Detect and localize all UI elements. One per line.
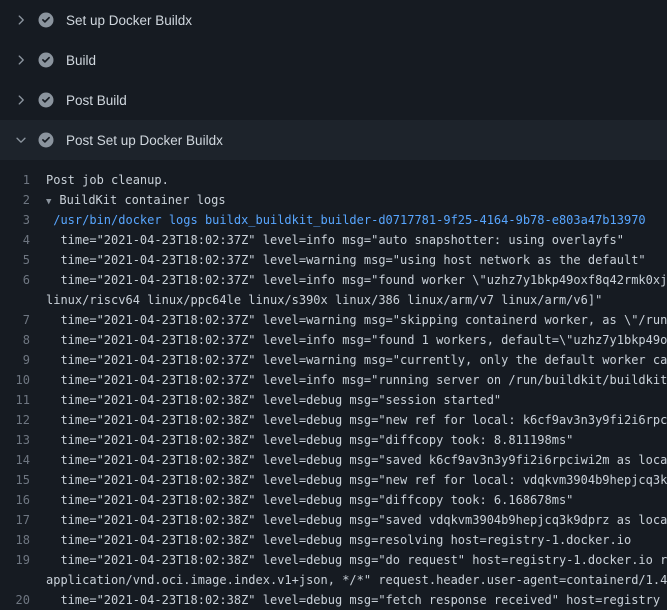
line-number[interactable]: 17 (0, 510, 46, 530)
section-label: Build (66, 53, 96, 68)
log-text: time="2021-04-23T18:02:37Z" level=warnin… (46, 310, 667, 330)
line-number[interactable]: 6 (0, 270, 46, 290)
log-row: 19 time="2021-04-23T18:02:38Z" level=deb… (0, 550, 667, 570)
log-row: 4 time="2021-04-23T18:02:37Z" level=info… (0, 230, 667, 250)
line-number[interactable]: 10 (0, 370, 46, 390)
log-row: 2▼ BuildKit container logs (0, 190, 667, 210)
log-group-title[interactable]: BuildKit container logs (59, 190, 225, 210)
chevron-down-icon (14, 133, 28, 147)
log-row: 20 time="2021-04-23T18:02:38Z" level=deb… (0, 590, 667, 610)
log-row: 17 time="2021-04-23T18:02:38Z" level=deb… (0, 510, 667, 530)
line-number[interactable]: 4 (0, 230, 46, 250)
line-number[interactable]: 18 (0, 530, 46, 550)
log-area: 1Post job cleanup.2▼ BuildKit container l… (0, 160, 667, 610)
log-text: time="2021-04-23T18:02:37Z" level=warnin… (46, 250, 646, 270)
log-row: 7 time="2021-04-23T18:02:37Z" level=warn… (0, 310, 667, 330)
log-row: 1Post job cleanup. (0, 170, 667, 190)
log-row: 5 time="2021-04-23T18:02:37Z" level=warn… (0, 250, 667, 270)
log-row: linux/riscv64 linux/ppc64le linux/s390x … (0, 290, 667, 310)
section-label: Post Set up Docker Buildx (66, 133, 223, 148)
log-text: time="2021-04-23T18:02:38Z" level=debug … (46, 510, 667, 530)
line-number[interactable]: 7 (0, 310, 46, 330)
log-text: time="2021-04-23T18:02:37Z" level=info m… (46, 370, 667, 390)
line-number[interactable]: 19 (0, 550, 46, 570)
section-header-build[interactable]: Build (0, 40, 667, 80)
log-row: 10 time="2021-04-23T18:02:37Z" level=inf… (0, 370, 667, 390)
chevron-right-icon (14, 13, 28, 27)
command-text: /usr/bin/docker logs buildx_buildkit_bui… (46, 210, 646, 230)
line-number[interactable]: 1 (0, 170, 46, 190)
line-number[interactable]: 15 (0, 470, 46, 490)
log-row: 15 time="2021-04-23T18:02:38Z" level=deb… (0, 470, 667, 490)
log-text: time="2021-04-23T18:02:38Z" level=debug … (46, 450, 667, 470)
log-text: time="2021-04-23T18:02:38Z" level=debug … (46, 490, 573, 510)
log-row: application/vnd.oci.image.index.v1+json,… (0, 570, 667, 590)
log-text: time="2021-04-23T18:02:38Z" level=debug … (46, 550, 667, 570)
log-text: time="2021-04-23T18:02:37Z" level=info m… (46, 330, 667, 350)
section-header-post-build[interactable]: Post Build (0, 80, 667, 120)
log-text: time="2021-04-23T18:02:38Z" level=debug … (46, 590, 660, 610)
check-circle-icon (38, 92, 54, 108)
log-row: 16 time="2021-04-23T18:02:38Z" level=deb… (0, 490, 667, 510)
line-number[interactable]: 9 (0, 350, 46, 370)
line-number[interactable]: 5 (0, 250, 46, 270)
line-number[interactable]: 12 (0, 410, 46, 430)
log-row: 8 time="2021-04-23T18:02:37Z" level=info… (0, 330, 667, 350)
check-circle-icon (38, 52, 54, 68)
log-text: linux/riscv64 linux/ppc64le linux/s390x … (46, 290, 602, 310)
log-row: 3 /usr/bin/docker logs buildx_buildkit_b… (0, 210, 667, 230)
log-text: application/vnd.oci.image.index.v1+json,… (46, 570, 667, 590)
chevron-right-icon (14, 53, 28, 67)
log-text: time="2021-04-23T18:02:38Z" level=debug … (46, 410, 667, 430)
line-number[interactable]: 20 (0, 590, 46, 610)
log-row: 13 time="2021-04-23T18:02:38Z" level=deb… (0, 430, 667, 450)
section-label: Set up Docker Buildx (66, 13, 192, 28)
check-circle-icon (38, 12, 54, 28)
log-text: time="2021-04-23T18:02:38Z" level=debug … (46, 470, 667, 490)
line-number[interactable]: 3 (0, 210, 46, 230)
log-text: time="2021-04-23T18:02:38Z" level=debug … (46, 390, 501, 410)
section-label: Post Build (66, 93, 127, 108)
line-number[interactable]: 13 (0, 430, 46, 450)
line-number[interactable]: 2 (0, 190, 46, 210)
log-row: 12 time="2021-04-23T18:02:38Z" level=deb… (0, 410, 667, 430)
workflow-steps-list: Set up Docker Buildx Build Post Build Post … (0, 0, 667, 160)
log-row: 9 time="2021-04-23T18:02:37Z" level=warn… (0, 350, 667, 370)
section-header-post-set-up-docker-buildx[interactable]: Post Set up Docker Buildx (0, 120, 667, 160)
section-header-set-up-docker-buildx[interactable]: Set up Docker Buildx (0, 0, 667, 40)
chevron-right-icon (14, 93, 28, 107)
log-text: Post job cleanup. (46, 170, 169, 190)
line-number[interactable]: 14 (0, 450, 46, 470)
log-text: time="2021-04-23T18:02:38Z" level=debug … (46, 530, 631, 550)
line-number[interactable]: 11 (0, 390, 46, 410)
line-number[interactable]: 8 (0, 330, 46, 350)
log-text: time="2021-04-23T18:02:38Z" level=debug … (46, 430, 573, 450)
triangle-down-icon[interactable]: ▼ (46, 192, 51, 212)
line-number[interactable]: 16 (0, 490, 46, 510)
log-text: time="2021-04-23T18:02:37Z" level=info m… (46, 230, 624, 250)
log-row: 11 time="2021-04-23T18:02:38Z" level=deb… (0, 390, 667, 410)
check-circle-icon (38, 132, 54, 148)
log-text: time="2021-04-23T18:02:37Z" level=warnin… (46, 350, 667, 370)
log-text: time="2021-04-23T18:02:37Z" level=info m… (46, 270, 667, 290)
log-row: 6 time="2021-04-23T18:02:37Z" level=info… (0, 270, 667, 290)
log-row: 14 time="2021-04-23T18:02:38Z" level=deb… (0, 450, 667, 470)
log-row: 18 time="2021-04-23T18:02:38Z" level=deb… (0, 530, 667, 550)
